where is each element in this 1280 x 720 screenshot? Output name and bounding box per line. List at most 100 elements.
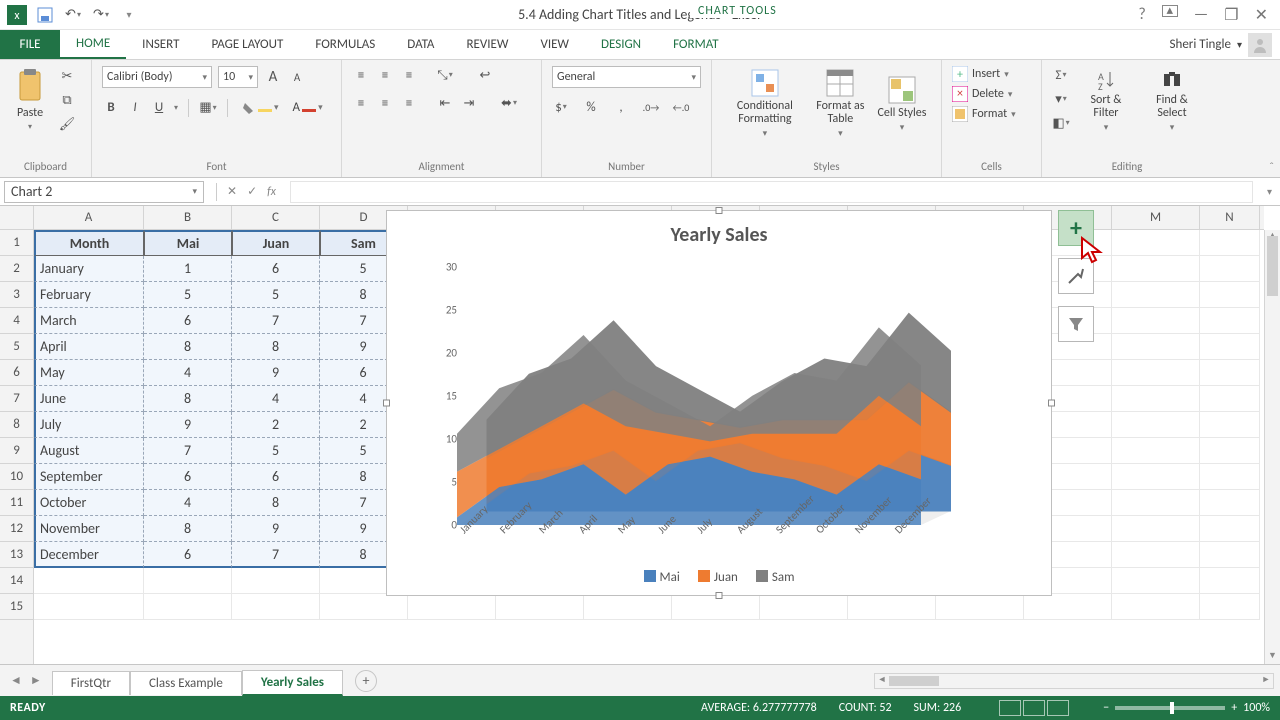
ribbon-options-icon[interactable]: ▴: [1162, 5, 1178, 17]
new-sheet-button[interactable]: +: [355, 670, 377, 692]
font-name-select[interactable]: Calibri (Body)▾: [102, 66, 212, 88]
cell-M2[interactable]: [1112, 256, 1200, 282]
cell-A1[interactable]: Month: [34, 230, 144, 256]
row-header-4[interactable]: 4: [0, 308, 33, 334]
merge-center-icon[interactable]: ⬌: [500, 94, 518, 112]
cell-B13[interactable]: 6: [144, 542, 232, 568]
cell-C4[interactable]: 7: [232, 308, 320, 334]
tab-formulas[interactable]: FORMULAS: [299, 30, 391, 59]
row-header-14[interactable]: 14: [0, 568, 33, 594]
tab-home[interactable]: HOME: [60, 30, 126, 59]
fx-icon[interactable]: fx: [267, 185, 276, 199]
cell-A2[interactable]: January: [34, 256, 144, 282]
font-size-select[interactable]: 10▾: [218, 66, 258, 88]
cell-N14[interactable]: [1200, 568, 1260, 594]
legend-item-mai[interactable]: Mai: [644, 570, 680, 585]
select-all-corner[interactable]: [0, 206, 34, 230]
collapse-ribbon-icon[interactable]: ˆ: [1269, 161, 1274, 175]
zoom-in-icon[interactable]: +: [1231, 701, 1237, 715]
vertical-scrollbar[interactable]: ▲▼: [1264, 230, 1280, 664]
cell-B1[interactable]: Mai: [144, 230, 232, 256]
cell-M11[interactable]: [1112, 490, 1200, 516]
cell-M3[interactable]: [1112, 282, 1200, 308]
row-header-2[interactable]: 2: [0, 256, 33, 282]
row-header-10[interactable]: 10: [0, 464, 33, 490]
cell-D15[interactable]: [320, 594, 408, 620]
format-as-table-button[interactable]: Format as Table▾: [810, 66, 871, 141]
cell-C7[interactable]: 4: [232, 386, 320, 412]
cell-B4[interactable]: 6: [144, 308, 232, 334]
help-icon[interactable]: ?: [1138, 5, 1145, 25]
signin-area[interactable]: Sheri Tingle ▾: [1170, 30, 1280, 59]
cell-A13[interactable]: December: [34, 542, 144, 568]
chart-object[interactable]: Yearly Sales 051015202530 JanuaryFebruar…: [386, 210, 1052, 596]
sheet-nav-next-icon[interactable]: ►: [30, 673, 42, 688]
row-header-8[interactable]: 8: [0, 412, 33, 438]
increase-indent-icon[interactable]: ⇥: [460, 94, 478, 112]
enter-formula-icon[interactable]: ✓: [247, 184, 257, 199]
paste-button[interactable]: Paste ▾: [10, 66, 50, 134]
wrap-text-icon[interactable]: ↩: [476, 66, 494, 84]
decrease-indent-icon[interactable]: ⇤: [436, 94, 454, 112]
underline-button[interactable]: U: [150, 99, 168, 117]
align-top-icon[interactable]: ≡: [352, 66, 370, 84]
cell-A9[interactable]: August: [34, 438, 144, 464]
cell-B6[interactable]: 4: [144, 360, 232, 386]
format-cells-button[interactable]: Format ▾: [952, 106, 1031, 122]
expand-formula-bar-icon[interactable]: ▾: [1259, 185, 1280, 198]
cell-C14[interactable]: [232, 568, 320, 594]
close-icon[interactable]: ✕: [1255, 5, 1268, 25]
cell-C8[interactable]: 2: [232, 412, 320, 438]
chart-plot-area[interactable]: [457, 267, 951, 525]
cell-E15[interactable]: [408, 594, 496, 620]
minimize-icon[interactable]: —: [1194, 5, 1208, 25]
row-header-15[interactable]: 15: [0, 594, 33, 620]
formula-bar[interactable]: [290, 181, 1253, 203]
cell-B8[interactable]: 9: [144, 412, 232, 438]
tab-format[interactable]: FORMAT: [657, 30, 734, 59]
cell-A6[interactable]: May: [34, 360, 144, 386]
cell-N4[interactable]: [1200, 308, 1260, 334]
cell-M5[interactable]: [1112, 334, 1200, 360]
cell-N1[interactable]: [1200, 230, 1260, 256]
cell-B5[interactable]: 8: [144, 334, 232, 360]
chart-elements-button[interactable]: +: [1058, 210, 1094, 246]
cell-C3[interactable]: 5: [232, 282, 320, 308]
cell-M10[interactable]: [1112, 464, 1200, 490]
zoom-out-icon[interactable]: −: [1103, 701, 1109, 715]
tab-file[interactable]: FILE: [0, 30, 60, 59]
cell-I15[interactable]: [760, 594, 848, 620]
cell-M15[interactable]: [1112, 594, 1200, 620]
cell-N15[interactable]: [1200, 594, 1260, 620]
cell-N3[interactable]: [1200, 282, 1260, 308]
cell-A15[interactable]: [34, 594, 144, 620]
number-format-select[interactable]: General▾: [552, 66, 701, 88]
legend-item-juan[interactable]: Juan: [698, 570, 738, 585]
view-normal-icon[interactable]: [999, 700, 1021, 716]
cell-M7[interactable]: [1112, 386, 1200, 412]
decrease-decimal-icon[interactable]: ←.0: [672, 98, 690, 116]
cell-C11[interactable]: 8: [232, 490, 320, 516]
delete-cells-button[interactable]: ×Delete ▾: [952, 86, 1031, 102]
cell-B2[interactable]: 1: [144, 256, 232, 282]
cell-A11[interactable]: October: [34, 490, 144, 516]
cell-N7[interactable]: [1200, 386, 1260, 412]
cell-A3[interactable]: February: [34, 282, 144, 308]
cell-C1[interactable]: Juan: [232, 230, 320, 256]
zoom-slider[interactable]: [1115, 706, 1225, 710]
horizontal-scrollbar[interactable]: ◄►: [874, 673, 1274, 689]
cell-K15[interactable]: [936, 594, 1024, 620]
cell-A14[interactable]: [34, 568, 144, 594]
cell-C10[interactable]: 6: [232, 464, 320, 490]
cell-C12[interactable]: 9: [232, 516, 320, 542]
cell-M14[interactable]: [1112, 568, 1200, 594]
tab-review[interactable]: REVIEW: [450, 30, 524, 59]
cell-C5[interactable]: 8: [232, 334, 320, 360]
percent-button[interactable]: %: [582, 98, 600, 116]
cell-A7[interactable]: June: [34, 386, 144, 412]
row-header-3[interactable]: 3: [0, 282, 33, 308]
chart-styles-button[interactable]: [1058, 258, 1094, 294]
cell-J15[interactable]: [848, 594, 936, 620]
tab-data[interactable]: DATA: [391, 30, 450, 59]
cut-icon[interactable]: ✂: [58, 67, 76, 85]
